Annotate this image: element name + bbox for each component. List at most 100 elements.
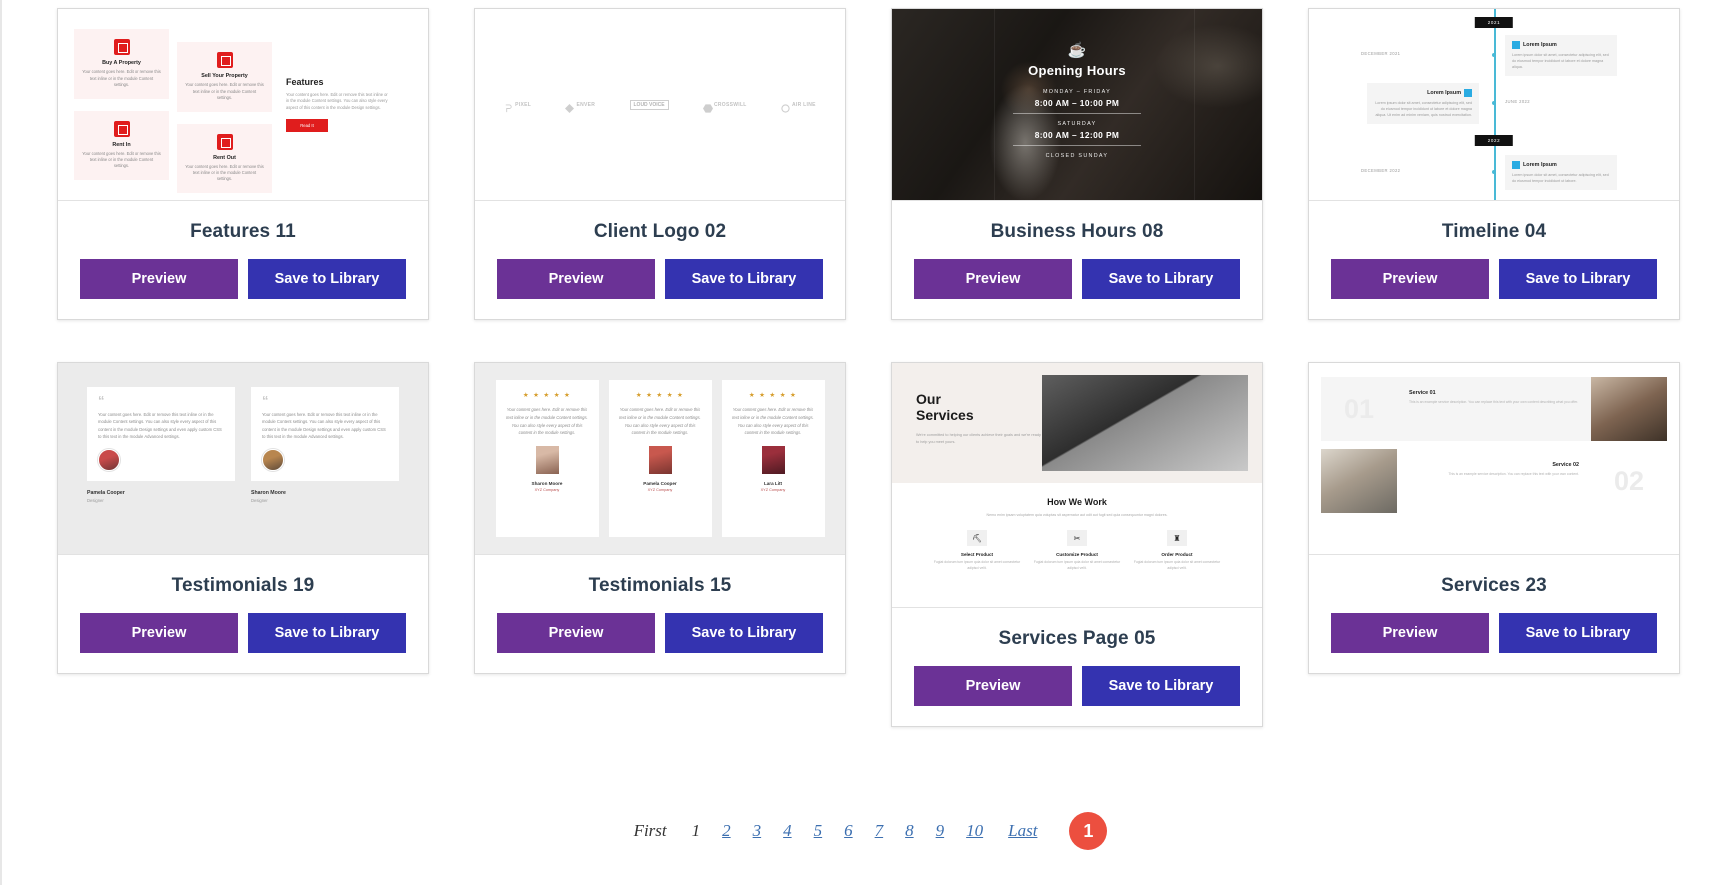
layout-thumbnail: 01 Service 01 This is an example service… (1309, 363, 1679, 555)
diamond-logo-icon (565, 100, 575, 113)
save-to-library-button[interactable]: Save to Library (1082, 259, 1240, 299)
client-logo-item: CROSSWILL (702, 100, 747, 113)
services-hero-text: Our Services We're committed to helping o… (892, 363, 1042, 483)
chart-icon (1464, 89, 1472, 97)
save-to-library-button[interactable]: Save to Library (1499, 259, 1657, 299)
testimonial-text: Your content goes here. Edit or remove t… (98, 411, 222, 440)
testimonial-card: ★ ★ ★ ★ ★ Your content goes here. Edit o… (721, 380, 825, 537)
client-logo-item: LOUD VOICE (629, 99, 669, 110)
testimonial-name: Pamela Cooper (643, 481, 677, 487)
timeline-entry: Lorem Ipsum Lorem ipsum dolor sit amet, … (1367, 83, 1479, 125)
save-to-library-button[interactable]: Save to Library (248, 613, 406, 653)
client-logo-label: ENVER (576, 101, 596, 108)
preview-button[interactable]: Preview (80, 613, 238, 653)
testimonial-name: Pamela Cooper (87, 490, 125, 497)
client-logo-item: AIR LINE (781, 100, 816, 113)
save-to-library-button[interactable]: Save to Library (1082, 666, 1240, 706)
card-actions: Preview Save to Library (1321, 259, 1667, 303)
features-heading: Features (286, 76, 324, 87)
testimonial-role: XYZ Company (760, 488, 786, 493)
how-we-work-section: How We Work Nemo enim ipsam voluptatem q… (892, 483, 1262, 572)
timeline-dot (1492, 53, 1496, 57)
timeline-preview: 2021 DECEMBER 2021 Lorem Ipsum Lorem ips… (1309, 9, 1679, 200)
client-logo-item: ENVER (565, 100, 596, 113)
save-to-library-button[interactable]: Save to Library (665, 259, 823, 299)
card-title: Services 23 (1441, 575, 1547, 596)
hours-row-label: MONDAY – FRIDAY (1042, 89, 1112, 95)
preview-button[interactable]: Preview (1331, 259, 1489, 299)
preview-button[interactable]: Preview (80, 259, 238, 299)
pagination-page-3[interactable]: 3 (742, 821, 773, 841)
preview-button[interactable]: Preview (914, 259, 1072, 299)
testimonials-15-preview: ★ ★ ★ ★ ★ Your content goes here. Edit o… (475, 363, 845, 554)
services-hero-image (1042, 375, 1248, 471)
timeline-year-badge: 2021 (1474, 17, 1514, 28)
features-column-mid: Sell Your Property Your content goes her… (177, 42, 272, 193)
pagination: First 1 2 3 4 5 6 7 8 9 10 Last 1 (2, 812, 1725, 850)
layout-card-testimonials-15[interactable]: ★ ★ ★ ★ ★ Your content goes here. Edit o… (474, 362, 846, 674)
layout-thumbnail: ☕ Opening Hours MONDAY – FRIDAY 8:00 AM … (892, 9, 1262, 201)
layout-card-testimonials-19[interactable]: “ Your content goes here. Edit or remove… (57, 362, 429, 674)
feature-tile: Rent In Your content goes here. Edit or … (74, 110, 169, 180)
layout-card-client-logo-02[interactable]: PIXEL ENVER LOUD VOICE CROSSWILL AIR LIN… (474, 8, 846, 320)
quote-icon: “ (262, 393, 269, 408)
testimonial-name: Sharon Moore (251, 490, 286, 497)
preview-button[interactable]: Preview (497, 613, 655, 653)
building-icon (216, 133, 233, 150)
client-logo-label: LOUD VOICE (629, 99, 669, 110)
card-body: Business Hours 08 Preview Save to Librar… (892, 201, 1262, 319)
pagination-page-8[interactable]: 8 (894, 821, 925, 841)
timeline-entry-heading: Lorem Ipsum (1512, 161, 1610, 169)
pagination-page-7[interactable]: 7 (864, 821, 895, 841)
calendar-icon (1512, 161, 1520, 169)
testimonial-card: ★ ★ ★ ★ ★ Your content goes here. Edit o… (495, 380, 599, 537)
step-text: Fugiat dolorum tum ipsum quia dolor sit … (933, 560, 1021, 570)
hours-row-label: SATURDAY (1057, 121, 1097, 127)
save-to-library-button[interactable]: Save to Library (1499, 613, 1657, 653)
save-to-library-button[interactable]: Save to Library (248, 259, 406, 299)
step-item: ✂ Customize Product Fugiat dolorum tum i… (1031, 530, 1123, 572)
business-hours-preview: ☕ Opening Hours MONDAY – FRIDAY 8:00 AM … (892, 9, 1262, 200)
pagination-page-10[interactable]: 10 (955, 821, 994, 841)
service-title: Service 02 (1552, 462, 1579, 468)
timeline-date: DECEMBER 2021 (1361, 51, 1401, 56)
layout-card-features-11[interactable]: Buy A Property Your content goes here. E… (57, 8, 429, 320)
preview-button[interactable]: Preview (497, 259, 655, 299)
card-actions: Preview Save to Library (1321, 613, 1667, 657)
pagination-page-5[interactable]: 5 (803, 821, 834, 841)
card-actions: Preview Save to Library (904, 666, 1250, 710)
services-heading: Our Services (916, 391, 974, 424)
pagination-page-6[interactable]: 6 (833, 821, 864, 841)
layout-card-services-page-05[interactable]: Our Services We're committed to helping o… (891, 362, 1263, 727)
feature-tile-text: Your content goes here. Edit or remove t… (185, 163, 264, 182)
testimonial-role: XYZ Company (647, 488, 673, 493)
timeline-entry-text: Lorem ipsum dolor sit amet, consectetur … (1512, 173, 1609, 184)
service-description: This is an example service description. … (1448, 472, 1579, 476)
testimonial-role: Designer (251, 498, 268, 504)
step-title: Customize Product (1056, 552, 1098, 558)
layout-card-timeline-04[interactable]: 2021 DECEMBER 2021 Lorem Ipsum Lorem ips… (1308, 8, 1680, 320)
opening-hours-heading: Opening Hours (1028, 63, 1126, 78)
avatar (535, 446, 559, 475)
house-sell-icon (216, 52, 233, 69)
card-body: Services Page 05 Preview Save to Library (892, 608, 1262, 726)
preview-button[interactable]: Preview (1331, 613, 1489, 653)
pagination-page-4[interactable]: 4 (772, 821, 803, 841)
hours-row-time: 8:00 AM – 12:00 PM (1013, 130, 1141, 146)
star-rating-icon: ★ ★ ★ ★ ★ (522, 392, 572, 399)
layout-thumbnail: “ Your content goes here. Edit or remove… (58, 363, 428, 555)
layout-card-services-23[interactable]: 01 Service 01 This is an example service… (1308, 362, 1680, 674)
layout-card-business-hours-08[interactable]: ☕ Opening Hours MONDAY – FRIDAY 8:00 AM … (891, 8, 1263, 320)
testimonial-card: ★ ★ ★ ★ ★ Your content goes here. Edit o… (608, 380, 712, 537)
testimonial-text: Your content goes here. Edit or remove t… (619, 407, 701, 436)
pagination-page-2[interactable]: 2 (711, 821, 742, 841)
preview-button[interactable]: Preview (914, 666, 1072, 706)
testimonial-name: Sharon Moore (531, 481, 563, 487)
pagination-page-9[interactable]: 9 (925, 821, 956, 841)
circle-logo-icon (781, 100, 790, 113)
services-page-preview: Our Services We're committed to helping o… (892, 363, 1262, 607)
save-to-library-button[interactable]: Save to Library (665, 613, 823, 653)
testimonial-role: XYZ Company (534, 488, 560, 493)
feature-tile-label: Rent Out (213, 154, 236, 161)
pagination-last[interactable]: Last (994, 821, 1051, 841)
